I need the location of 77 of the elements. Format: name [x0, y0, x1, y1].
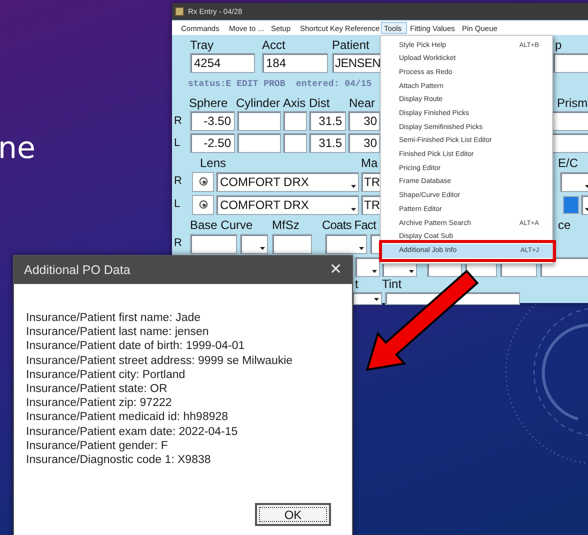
text-field[interactable]: 30	[348, 133, 380, 153]
caret-icon	[359, 246, 364, 250]
caret-icon	[351, 184, 356, 188]
info-text: Insurance/Patient medicaid id: hh98928	[26, 410, 230, 425]
text-field[interactable]	[272, 234, 312, 254]
field-label: Near	[349, 96, 376, 110]
text-field[interactable]: -2.50	[190, 133, 235, 153]
text-field[interactable]: 4254	[190, 52, 255, 72]
info-text: Insurance/Patient last name: jensen	[26, 325, 210, 340]
field-label: t	[355, 277, 360, 291]
text-field[interactable]	[553, 52, 588, 72]
dropdown-field[interactable]	[240, 234, 268, 254]
caret-icon	[260, 246, 265, 250]
field-label: Sphere	[189, 96, 229, 110]
text-field[interactable]	[550, 133, 588, 153]
caret-icon	[409, 270, 414, 272]
field-label: Ma	[361, 156, 379, 170]
close-button[interactable]: ✕	[326, 260, 346, 280]
text-field[interactable]	[237, 133, 281, 153]
text-field[interactable]: 31.5	[309, 133, 346, 153]
dropdown-field[interactable]	[560, 172, 588, 192]
caret-icon	[351, 208, 356, 210]
info-text: Insurance/Patient zip: 97222	[26, 396, 173, 410]
lens-option-button[interactable]	[192, 194, 214, 214]
field-label: ce	[558, 218, 572, 232]
ok-button[interactable]: OK	[255, 503, 331, 526]
text-field[interactable]	[237, 111, 281, 131]
app-icon	[175, 7, 184, 16]
eye-label: R	[174, 174, 183, 190]
eye-label: R	[174, 236, 183, 252]
info-text: Insurance/Patient date of birth: 1999-04-01	[26, 339, 246, 354]
dropdown-field[interactable]	[352, 292, 382, 304]
circle-icon	[198, 200, 208, 209]
field-label: Cylinder	[236, 96, 282, 110]
field-label: Coats Fact	[322, 218, 378, 232]
dropdown-field[interactable]	[325, 234, 367, 254]
color-swatch[interactable]	[563, 196, 579, 214]
field-label: Base Curve	[190, 218, 254, 232]
text-field[interactable]	[283, 133, 307, 153]
field-label: Patient	[332, 38, 370, 52]
eye-label: L	[174, 197, 182, 212]
slide-title-text: ne	[0, 130, 36, 168]
dropdown-field[interactable]: COMFORT DRX	[216, 172, 359, 192]
info-text: Insurance/Patient street address: 9999 se Milwaukie	[26, 354, 294, 368]
field-label: Lens	[200, 156, 228, 170]
text-field[interactable]: 30	[348, 111, 380, 131]
text-field[interactable]	[190, 234, 237, 254]
field-label: Prism	[557, 96, 588, 110]
field-label: Dist	[309, 96, 331, 110]
text-field[interactable]: 31.5	[309, 111, 346, 131]
field-label: E/C	[558, 156, 580, 170]
info-text: Insurance/Diagnostic code 1: X9838	[26, 453, 212, 468]
info-text: Insurance/Patient state: OR	[26, 382, 168, 396]
text-field[interactable]: 184	[262, 52, 328, 72]
field-label: Axis	[283, 96, 307, 110]
eye-label: L	[174, 136, 182, 151]
status-text: status:E EDIT PROB entered: 04/15	[188, 78, 372, 92]
caret-icon	[372, 270, 377, 272]
dropdown-field[interactable]	[355, 256, 380, 276]
dropdown-field[interactable]: COMFORT DRX	[216, 194, 359, 214]
field-label: Acct	[262, 38, 286, 52]
eye-label: R	[174, 114, 183, 129]
text-field[interactable]: -3.50	[190, 111, 235, 131]
caret-icon	[374, 298, 379, 300]
info-text: Insurance/Patient first name: Jade	[26, 311, 202, 326]
text-field[interactable]	[283, 111, 307, 131]
circle-icon	[198, 177, 208, 186]
dialog-title: Additional PO Data	[24, 262, 130, 279]
field-label: p	[555, 38, 563, 52]
info-text: Insurance/Patient city: Portland	[26, 368, 186, 382]
field-label: Tint	[382, 277, 403, 291]
info-text: Insurance/Patient exam date: 2022-04-15	[26, 424, 239, 439]
field-label: MfSz	[272, 218, 300, 232]
info-text: Insurance/Patient gender: F	[26, 438, 169, 454]
text-field[interactable]	[550, 111, 588, 131]
field-label: Tray	[190, 38, 215, 52]
lens-option-button[interactable]	[192, 172, 214, 192]
